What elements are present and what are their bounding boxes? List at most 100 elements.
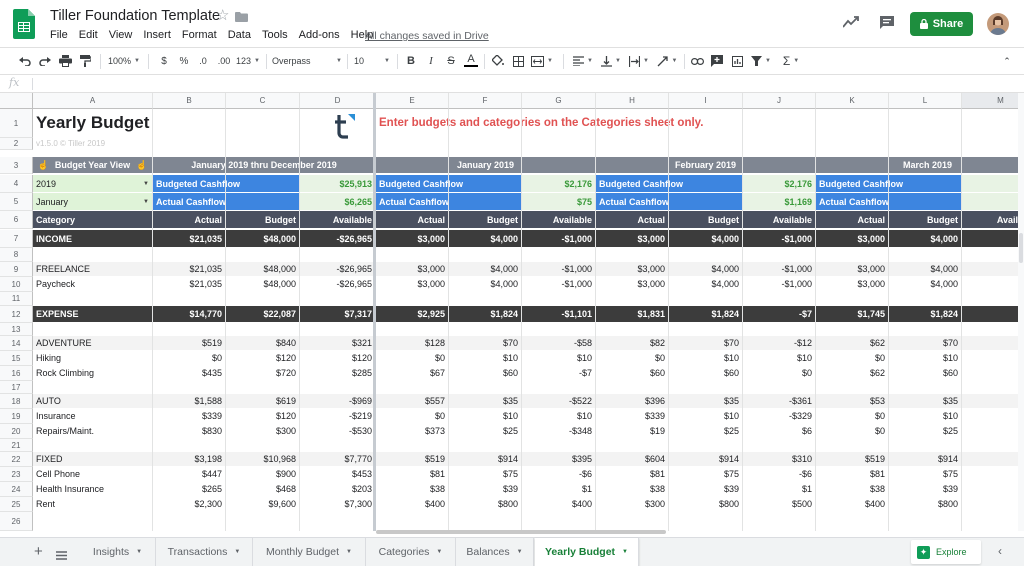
column-header-c[interactable]: C [226,93,300,109]
vertical-align-icon[interactable]: ▼ [600,53,622,69]
category-label[interactable]: Insurance [33,409,152,423]
amount-cell[interactable]: $3,000 [816,230,888,247]
vertical-scrollbar[interactable] [1018,93,1024,531]
amount-cell[interactable]: $604 [596,452,668,466]
amount-cell[interactable]: $339 [153,409,225,423]
row-header-22[interactable]: 22 [0,452,33,467]
amount-cell[interactable]: $10 [522,351,595,365]
all-sheets-icon[interactable] [56,547,67,565]
amount-cell[interactable]: $0 [376,351,448,365]
amount-cell[interactable]: $3,000 [596,230,668,247]
row-header-14[interactable]: 14 [0,336,33,351]
amount-cell[interactable]: $4,000 [889,230,961,247]
amount-cell[interactable]: $619 [226,394,299,408]
amount-cell[interactable]: $0 [743,366,815,380]
amount-cell[interactable]: -$1,101 [522,306,595,322]
amount-cell[interactable]: $21,035 [153,262,225,276]
amount-cell[interactable]: $0 [153,351,225,365]
amount-cell[interactable]: -$6 [522,467,595,481]
amount-cell[interactable]: $373 [376,424,448,438]
amount-cell[interactable]: $25 [449,424,521,438]
amount-cell[interactable]: $70 [449,336,521,350]
amount-cell[interactable]: $4,000 [449,277,521,291]
tab-transactions[interactable]: Transactions ▼ [156,538,253,566]
amount-cell[interactable]: -$12 [743,336,815,350]
amount-cell[interactable]: $10 [669,351,742,365]
amount-cell[interactable]: $4,000 [889,262,961,276]
column-header-e[interactable]: E [376,93,449,109]
category-label[interactable]: FREELANCE [33,262,152,276]
amount-cell[interactable]: $519 [376,452,448,466]
increase-decimal-button[interactable]: .00 [214,53,234,69]
amount-cell[interactable]: $310 [743,452,815,466]
version-label[interactable]: v1.5.0 © Tiller 2019 [33,138,152,149]
decrease-decimal-button[interactable]: .0 [195,53,211,69]
currency-format-button[interactable]: $ [157,53,171,69]
row-header-13[interactable]: 13 [0,323,33,336]
row-header-6[interactable]: 6 [0,211,33,229]
amount-cell[interactable]: -$1,000 [743,230,815,247]
amount-cell[interactable]: $10 [889,409,961,423]
row-header-23[interactable]: 23 [0,467,33,482]
menu-data[interactable]: Data [228,29,251,43]
row-header-3[interactable]: 3 [0,157,33,174]
amount-cell[interactable]: $60 [596,366,668,380]
amount-cell[interactable]: -$329 [743,409,815,423]
tab-insights[interactable]: Insights ▼ [80,538,156,566]
amount-cell[interactable]: -$7 [522,366,595,380]
amount-cell[interactable]: -$1,000 [743,277,815,291]
budget-year-view-label[interactable]: ☝ Budget Year View ☝ [33,157,152,173]
budgeted-cashflow-value[interactable]: $25,913 [300,175,375,192]
amount-cell[interactable]: $3,198 [153,452,225,466]
amount-cell[interactable]: $396 [596,394,668,408]
menu-tools[interactable]: Tools [262,29,288,43]
category-label[interactable]: EXPENSE [33,306,152,322]
budget-header[interactable]: Budget [226,211,299,228]
amount-cell[interactable]: $128 [376,336,448,350]
amount-cell[interactable]: $830 [153,424,225,438]
amount-cell[interactable]: $62 [816,366,888,380]
amount-cell[interactable]: $1,824 [669,306,742,322]
amount-cell[interactable]: $38 [376,482,448,496]
amount-cell[interactable]: $35 [889,394,961,408]
amount-cell[interactable]: $435 [153,366,225,380]
row-header-2[interactable]: 2 [0,138,33,150]
actual-cashflow-label[interactable]: Actual Cashflow [153,193,299,210]
amount-cell[interactable]: -$219 [300,409,375,423]
amount-cell[interactable]: $67 [376,366,448,380]
amount-cell[interactable]: $60 [449,366,521,380]
column-header-f[interactable]: F [449,93,522,109]
functions-icon[interactable]: Σ ▼ [780,53,802,69]
row-header-18[interactable]: 18 [0,394,33,409]
row-header-10[interactable]: 10 [0,277,33,292]
amount-cell[interactable]: -$26,965 [300,262,375,276]
text-rotation-icon[interactable]: ▼ [656,53,678,69]
amount-cell[interactable]: $81 [376,467,448,481]
amount-cell[interactable]: -$969 [300,394,375,408]
horizontal-scrollbar-thumb[interactable] [376,530,666,534]
column-header-m[interactable]: M [962,93,1018,109]
amount-cell[interactable] [962,482,1018,496]
amount-cell[interactable]: $400 [376,497,448,511]
category-label[interactable]: AUTO [33,394,152,408]
category-label[interactable]: Health Insurance [33,482,152,496]
filter-icon[interactable]: ▼ [750,53,772,69]
amount-cell[interactable]: $48,000 [226,230,299,247]
amount-cell[interactable]: $914 [449,452,521,466]
amount-cell[interactable]: $800 [889,497,961,511]
actual-cashflow-value[interactable]: $6,265 [300,193,375,210]
amount-cell[interactable]: $3,000 [376,262,448,276]
menu-edit[interactable]: Edit [79,29,98,43]
horizontal-scrollbar[interactable] [376,529,936,535]
amount-cell[interactable]: $0 [596,351,668,365]
amount-cell[interactable]: $81 [596,467,668,481]
amount-cell[interactable]: $2,925 [376,306,448,322]
amount-cell[interactable]: $9,600 [226,497,299,511]
period-header-february[interactable]: February 2019 [596,157,815,173]
activity-trend-icon[interactable] [842,15,859,33]
text-wrapping-icon[interactable]: ▼ [628,53,650,69]
column-header-a[interactable]: A [33,93,153,109]
insert-link-icon[interactable] [690,53,704,69]
amount-cell[interactable]: $3,000 [596,262,668,276]
amount-cell[interactable]: $14,770 [153,306,225,322]
